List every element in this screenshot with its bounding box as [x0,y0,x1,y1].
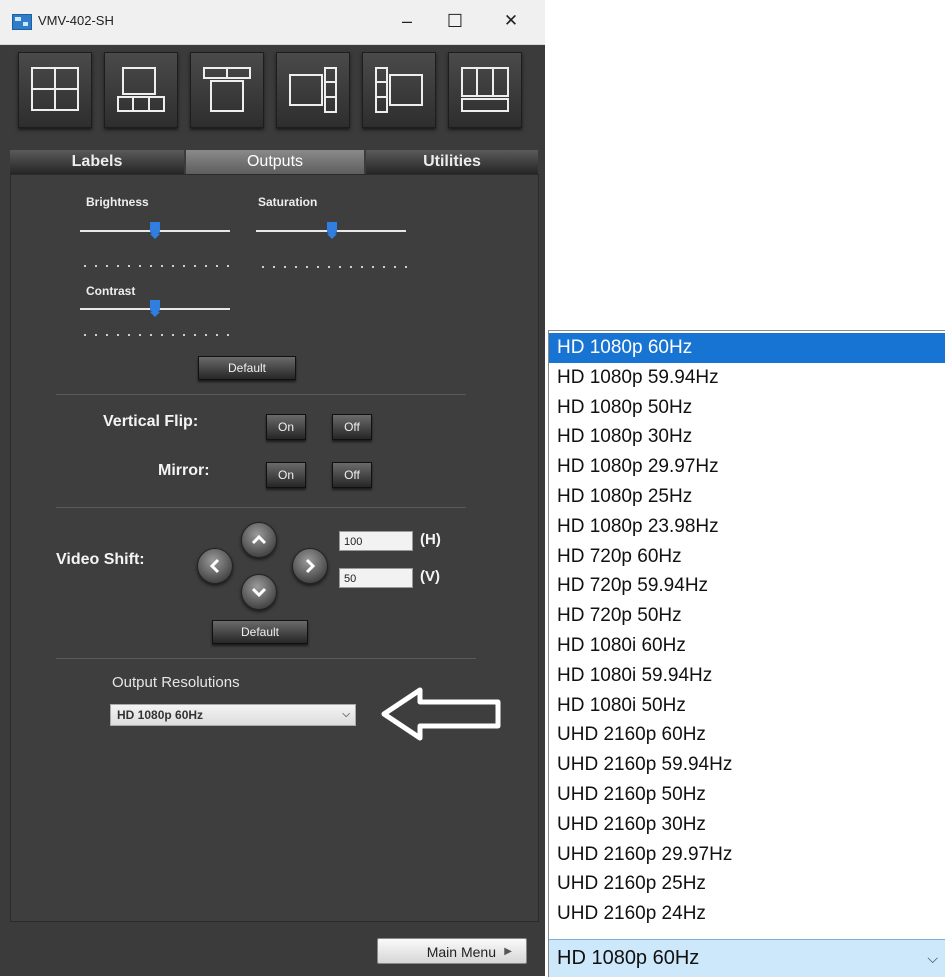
picture-top-two-icon [203,67,251,112]
pointer-arrow-icon [381,687,501,741]
top-three-bottom-icon [461,67,509,112]
layout-button-pip-bottom[interactable] [104,52,178,128]
tab-labels[interactable]: Labels [10,150,184,174]
shift-right-button[interactable] [292,548,328,584]
dropdown-current-text: HD 1080p 60Hz [557,947,700,969]
chevron-up-icon [251,534,267,545]
chevron-right-icon [305,558,316,574]
picture-default-button[interactable]: Default [198,356,296,380]
output-resolution-select[interactable]: HD 1080p 60Hz ⌵ [110,704,356,726]
layout-button-top-two[interactable] [190,52,264,128]
contrast-ticks [84,334,230,336]
vertical-shift-input[interactable]: 50 [339,568,413,588]
contrast-label: Contrast [86,284,136,298]
title-bar[interactable]: VMV-402-SH – ☐ ✕ [0,0,545,45]
layout-button-left-stack[interactable] [362,52,436,128]
dropdown-option[interactable]: UHD 2160p 60Hz [549,720,945,750]
mirror-on-button[interactable]: On [266,462,306,488]
dropdown-option[interactable]: HD 720p 50Hz [549,601,945,631]
main-window: VMV-402-SH – ☐ ✕ Labels Outputs Utilitie… [0,0,545,976]
dropdown-option[interactable]: HD 1080i 50Hz [549,691,945,721]
chevron-down-icon [251,587,267,598]
left-stack-main-icon [375,67,423,113]
chevron-right-icon: ▶ [504,946,512,957]
brightness-label: Brightness [86,195,149,209]
dropdown-option[interactable]: HD 1080i 60Hz [549,631,945,661]
main-menu-button[interactable]: Main Menu ▶ [377,938,527,964]
tab-bar: Labels Outputs Utilities [10,150,538,174]
mirror-label: Mirror: [158,462,210,479]
shift-up-button[interactable] [241,522,277,558]
vertical-flip-off-button[interactable]: Off [332,414,372,440]
dropdown-option[interactable]: HD 720p 59.94Hz [549,571,945,601]
dropdown-option[interactable]: HD 1080p 29.97Hz [549,452,945,482]
dropdown-current-value[interactable]: HD 1080p 60Hz ⌵ [549,939,945,977]
dropdown-option[interactable]: UHD 2160p 25Hz [549,869,945,899]
dropdown-option[interactable]: HD 1080p 25Hz [549,482,945,512]
output-resolution-value: HD 1080p 60Hz [117,708,204,722]
dropdown-option[interactable]: HD 1080p 50Hz [549,393,945,423]
chevron-down-icon: ⌵ [927,950,938,966]
contrast-slider-thumb[interactable] [150,300,160,317]
window-title: VMV-402-SH [38,13,114,28]
main-menu-label: Main Menu [426,944,496,960]
vertical-flip-label: Vertical Flip: [103,413,199,430]
chevron-left-icon [209,558,220,574]
saturation-label: Saturation [258,195,318,209]
minimize-button[interactable]: – [392,8,422,34]
mirror-off-button[interactable]: Off [332,462,372,488]
chevron-down-icon: ⌵ [342,709,350,720]
section-divider [56,507,466,508]
dropdown-option[interactable]: HD 1080p 60Hz [549,333,945,363]
picture-bottom-three-icon [117,67,165,112]
brightness-slider-thumb[interactable] [150,222,160,239]
output-resolutions-label: Output Resolutions [112,674,240,691]
dropdown-options: HD 1080p 60Hz HD 1080p 59.94Hz HD 1080p 50… [549,333,945,929]
layout-button-top-three[interactable] [448,52,522,128]
section-divider [56,658,476,659]
dropdown-option[interactable]: HD 1080i 59.94Hz [549,661,945,691]
vertical-unit-label: (V) [420,568,440,585]
dropdown-option[interactable]: HD 1080p 30Hz [549,422,945,452]
section-divider [56,394,466,395]
dropdown-option[interactable]: HD 1080p 23.98Hz [549,512,945,542]
quad-layout-icon [31,67,79,111]
video-shift-label: Video Shift: [56,551,145,568]
close-button[interactable]: ✕ [496,8,526,34]
dropdown-option[interactable]: UHD 2160p 30Hz [549,810,945,840]
resolution-dropdown-list[interactable]: HD 1080p 60Hz HD 1080p 59.94Hz HD 1080p 50… [548,330,945,977]
dropdown-option[interactable]: UHD 2160p 29.97Hz [549,840,945,870]
video-shift-default-button[interactable]: Default [212,620,308,644]
brightness-ticks [84,265,230,267]
dropdown-option[interactable]: UHD 2160p 59.94Hz [549,750,945,780]
vertical-flip-on-button[interactable]: On [266,414,306,440]
maximize-button[interactable]: ☐ [440,8,470,34]
app-icon [12,14,32,30]
dropdown-option[interactable]: UHD 2160p 24Hz [549,899,945,929]
saturation-ticks [262,266,410,268]
horizontal-shift-input[interactable]: 100 [339,531,413,551]
tab-outputs[interactable]: Outputs [186,150,364,174]
horizontal-unit-label: (H) [420,531,441,548]
shift-down-button[interactable] [241,574,277,610]
saturation-slider-thumb[interactable] [327,222,337,239]
dropdown-option[interactable]: HD 720p 60Hz [549,542,945,572]
dropdown-option[interactable]: HD 1080p 59.94Hz [549,363,945,393]
tab-utilities[interactable]: Utilities [366,150,538,174]
layout-button-main-right[interactable] [276,52,350,128]
layout-button-quad[interactable] [18,52,92,128]
main-right-stack-icon [289,67,337,113]
dropdown-option[interactable]: UHD 2160p 50Hz [549,780,945,810]
shift-left-button[interactable] [197,548,233,584]
